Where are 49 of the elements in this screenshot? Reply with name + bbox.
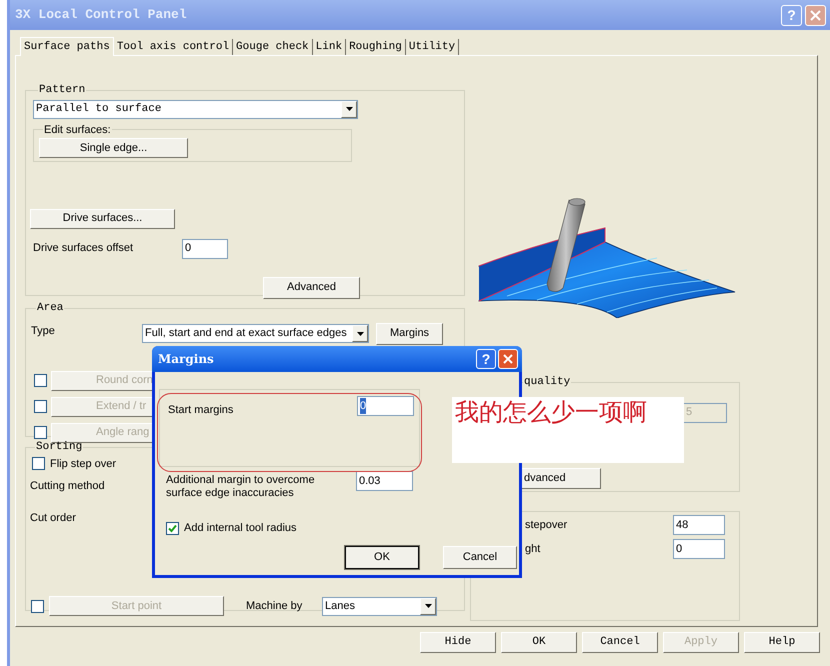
tab[interactable]: Tool axis control: [114, 39, 234, 55]
tab[interactable]: Link: [312, 39, 346, 55]
group-label: Edit surfaces:: [43, 122, 112, 138]
field-label: Machine by: [246, 598, 304, 614]
field-label: Cut order: [30, 510, 76, 526]
field-label: ght: [525, 542, 540, 557]
dropdown[interactable]: Parallel to surface: [33, 100, 358, 118]
dropdown[interactable]: Lanes: [322, 596, 437, 616]
field-label: Type: [31, 324, 56, 338]
close-icon: [810, 10, 821, 20]
checkbox-label: Flip step over: [50, 456, 116, 472]
tab[interactable]: Roughing: [346, 39, 406, 55]
field-label: stepover: [525, 518, 568, 533]
input-field[interactable]: 0: [357, 396, 414, 416]
field-label: Drive surfaces offset: [33, 241, 134, 256]
button[interactable]: Single edge...: [39, 138, 188, 158]
group-label: Sorting: [35, 440, 84, 455]
dialog-title: Margins: [158, 351, 214, 368]
dropdown[interactable]: Full, start and end at exact surface edges: [142, 324, 369, 343]
group-label: Area: [36, 301, 64, 316]
group-label: Pattern: [38, 83, 86, 98]
button[interactable]: dvanced: [519, 468, 601, 488]
tab[interactable]: Utility: [406, 39, 460, 55]
help-button[interactable]: ?: [476, 349, 496, 369]
close-icon: [503, 354, 513, 364]
close-button[interactable]: [498, 349, 518, 369]
checkbox[interactable]: [32, 457, 45, 470]
button[interactable]: Drive surfaces...: [30, 208, 175, 228]
input-field[interactable]: 0: [182, 238, 228, 258]
button[interactable]: Cancel: [443, 546, 517, 568]
button[interactable]: Advanced: [263, 276, 360, 298]
button[interactable]: Cancel: [582, 632, 658, 653]
input-field[interactable]: 48: [673, 515, 725, 535]
window-title: 3X Local Control Panel: [15, 6, 187, 24]
field-label: Additional margin to overcome surface edge inaccuracies: [166, 474, 316, 500]
input-field[interactable]: 0.03: [356, 471, 413, 491]
button[interactable]: OK: [501, 632, 577, 653]
tab[interactable]: Gouge check: [233, 39, 313, 55]
button[interactable]: Help: [744, 632, 820, 653]
annotation-text: 我的怎么少一项啊: [455, 399, 647, 426]
checkbox[interactable]: [166, 522, 179, 535]
button[interactable]: Hide: [420, 632, 496, 653]
button[interactable]: OK: [345, 546, 419, 568]
group-label: quality: [523, 375, 572, 390]
tab[interactable]: Surface paths: [20, 37, 114, 56]
button[interactable]: Margins: [376, 322, 443, 344]
input-field[interactable]: 0: [673, 539, 725, 559]
field-label: Cutting method: [30, 479, 105, 494]
checkbox-label: Add internal tool radius: [184, 521, 297, 536]
